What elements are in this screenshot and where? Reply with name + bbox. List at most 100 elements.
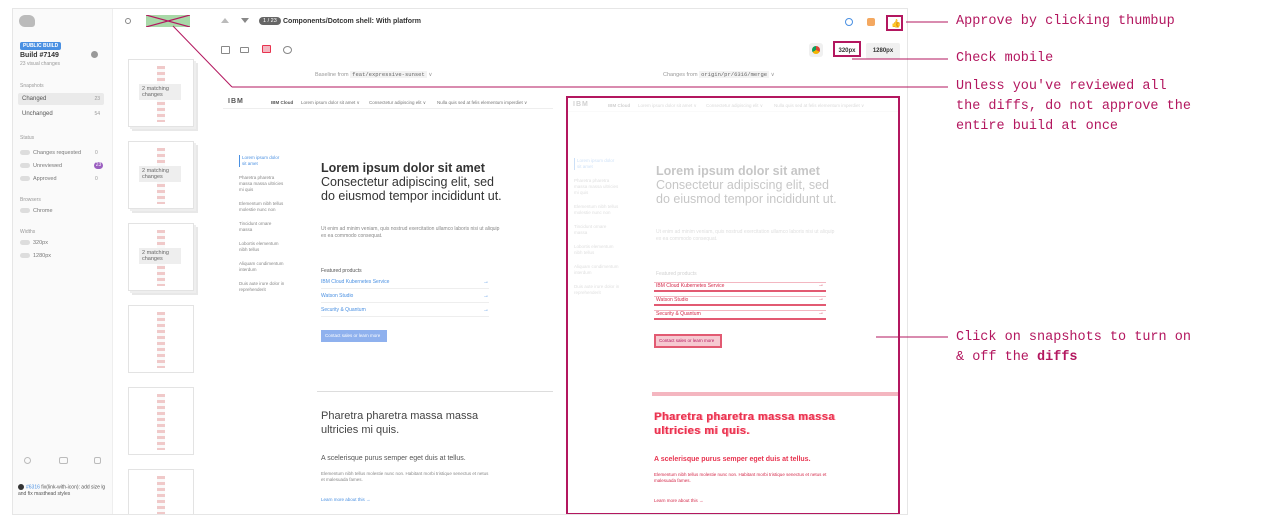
annotation-click-bold: diffs	[1037, 350, 1078, 365]
settings-icon[interactable]	[24, 457, 31, 464]
featured-link: IBM Cloud Kubernetes Service →	[321, 279, 489, 289]
featured-link-text: Security & Quantum	[321, 307, 366, 313]
lead-heading-bold: Lorem ipsum dolor sit amet	[321, 161, 485, 175]
side-nav-item: Aliquam condimentum interdum	[574, 264, 619, 275]
nav-cloud: IBM Cloud	[608, 103, 631, 108]
snapshot-thumb[interactable]: 2 matching changes	[128, 141, 194, 209]
status-unreviewed-label: Unreviewed	[33, 163, 63, 169]
arrow-right-icon: →	[818, 296, 824, 302]
changes-branch[interactable]: origin/pr/6316/merge	[699, 71, 770, 78]
comment-icon[interactable]	[845, 18, 853, 26]
baseline-snapshot[interactable]: IBM IBM Cloud Lorem ipsum dolor sit amet…	[223, 95, 553, 514]
side-nav-item: Duis aute irure dolor in reprehenderit	[574, 284, 620, 295]
matching-changes-badge[interactable]: 2 matching changes	[139, 166, 181, 182]
ibm-logo: IBM	[573, 101, 589, 108]
lead-heading: Lorem ipsum dolor sit amet Consectetur a…	[656, 164, 846, 206]
lead-paragraph: Ut enim ad minim veniam, quis nostrud ex…	[656, 229, 835, 242]
baseline-branch[interactable]: feat/expressive-sunset	[350, 71, 427, 78]
diff-highlight-paragraph: Elementum nibh tellus molestie nunc non.…	[654, 472, 827, 483]
diff-highlight-link: Watson Studio →	[654, 296, 826, 306]
matching-changes-badge[interactable]: 2 matching changes	[139, 84, 181, 100]
snapshot-thumb[interactable]: 2 matching changes	[128, 59, 194, 127]
snapshot-thumb[interactable]: 2 matching changes	[128, 223, 194, 291]
diff-highlight-link: IBM Cloud Kubernetes Service →	[654, 282, 826, 292]
sidebar: PUBLIC BUILD Build #7149 23 visual chang…	[13, 9, 113, 514]
status-approved[interactable]: Approved	[20, 176, 57, 182]
masthead: IBM IBM Cloud Lorem ipsum dolor sit amet…	[223, 95, 553, 109]
browsers-label: Browsers	[20, 197, 41, 203]
side-nav-item: Tincidunt ornare massa	[239, 221, 272, 232]
zoom-icon[interactable]	[283, 46, 292, 54]
cta-button: Contact sales or learn more	[321, 330, 387, 342]
status-unreviewed[interactable]: Unreviewed	[20, 163, 62, 169]
section-subheading: A scelerisque purus semper eget duis at …	[321, 455, 466, 462]
featured-link-text: Watson Studio	[656, 297, 689, 303]
snapshot-thumb[interactable]	[128, 305, 194, 373]
width-1280[interactable]: 1280px	[20, 253, 51, 259]
thumb-preview	[157, 394, 165, 450]
help-icon[interactable]	[94, 457, 101, 464]
pr-link[interactable]: #6316	[26, 484, 40, 490]
toggle-switch[interactable]	[20, 176, 30, 182]
featured-label: Featured products	[321, 268, 362, 274]
snapshot-list: 2 matching changes 2 matching changes 2 …	[113, 9, 209, 514]
widths-label: Widths	[20, 229, 36, 235]
single-view-icon[interactable]	[240, 47, 249, 53]
toggle-switch[interactable]	[20, 208, 30, 214]
arrow-right-icon: →	[483, 279, 489, 285]
status-approved-count: 0	[95, 176, 98, 182]
diff-highlight-link: Security & Quantum →	[654, 310, 826, 320]
info-icon[interactable]	[91, 51, 98, 58]
nav-item: Lorem ipsum dolor sit amet ∨	[638, 103, 697, 108]
diff-snapshot[interactable]: IBM IBM Cloud Lorem ipsum dolor sit amet…	[566, 96, 900, 514]
approve-thumbs-up-button[interactable]: 👍	[886, 15, 903, 31]
app-window: PUBLIC BUILD Build #7149 23 visual chang…	[12, 8, 908, 515]
keyboard-icon[interactable]	[59, 457, 68, 464]
arrow-down-icon[interactable]	[241, 18, 249, 23]
filter-unchanged-count: 54	[94, 111, 100, 117]
status-changes-requested[interactable]: Changes requested	[20, 150, 81, 156]
featured-link: Watson Studio →	[321, 293, 489, 303]
side-nav-item: Aliquam condimentum interdum	[239, 261, 284, 272]
width-320[interactable]: 320px	[20, 240, 48, 246]
width-1280-button[interactable]: 1280px	[866, 43, 900, 59]
featured-link-text: IBM Cloud Kubernetes Service	[656, 283, 725, 289]
snapshot-thumb[interactable]	[128, 387, 194, 455]
baseline-label: Baseline from	[315, 72, 349, 78]
chrome-browser-button[interactable]	[809, 43, 823, 57]
lead-heading: Lorem ipsum dolor sit amet Consectetur a…	[321, 161, 511, 203]
status-unreviewed-count: 23	[94, 162, 103, 169]
changes-label: Changes from	[663, 72, 698, 78]
filter-unchanged-label: Unchanged	[22, 111, 53, 117]
featured-link-text: Security & Quantum	[656, 311, 701, 317]
toggle-switch[interactable]	[20, 150, 30, 156]
side-nav-item: Elementum nibh tellus molestie nunc non	[574, 204, 619, 215]
baseline-info: Baseline from feat/expressive-sunset ∨	[315, 71, 433, 78]
filter-unchanged[interactable]: Unchanged 54	[18, 108, 104, 120]
toggle-switch[interactable]	[20, 163, 30, 169]
filter-changed-count: 23	[94, 96, 100, 102]
section-heading: Pharetra pharetra massa massa ultricies …	[321, 410, 479, 436]
toggle-switch[interactable]	[20, 253, 30, 259]
featured-link: Security & Quantum →	[321, 307, 489, 317]
diff-view-icon[interactable]	[262, 45, 271, 53]
filter-changed[interactable]: Changed 23	[18, 93, 104, 105]
annotation-review-warning: Unless you've reviewed all the diffs, do…	[956, 79, 1191, 134]
toggle-switch[interactable]	[20, 240, 30, 246]
annotation-click-snapshots: Click on snapshots to turn on & off the …	[956, 328, 1206, 368]
thumb-preview	[157, 312, 165, 368]
arrow-right-icon: →	[818, 282, 824, 288]
arrow-right-icon: →	[483, 293, 489, 299]
logo-icon[interactable]	[19, 15, 35, 27]
search-icon[interactable]	[125, 18, 131, 24]
arrow-right-icon: →	[483, 307, 489, 313]
nav-item: Lorem ipsum dolor sit amet ∨	[301, 100, 360, 105]
width-320-button[interactable]: 320px	[833, 41, 861, 57]
grid-view-icon[interactable]	[221, 46, 230, 54]
matching-changes-badge[interactable]: 2 matching changes	[139, 248, 181, 264]
build-subtitle: 23 visual changes	[20, 61, 61, 67]
browser-chrome[interactable]: Chrome	[20, 208, 53, 214]
arrow-up-icon[interactable]	[221, 18, 229, 23]
snapshot-thumb[interactable]	[128, 469, 194, 514]
layers-icon[interactable]	[867, 18, 875, 26]
